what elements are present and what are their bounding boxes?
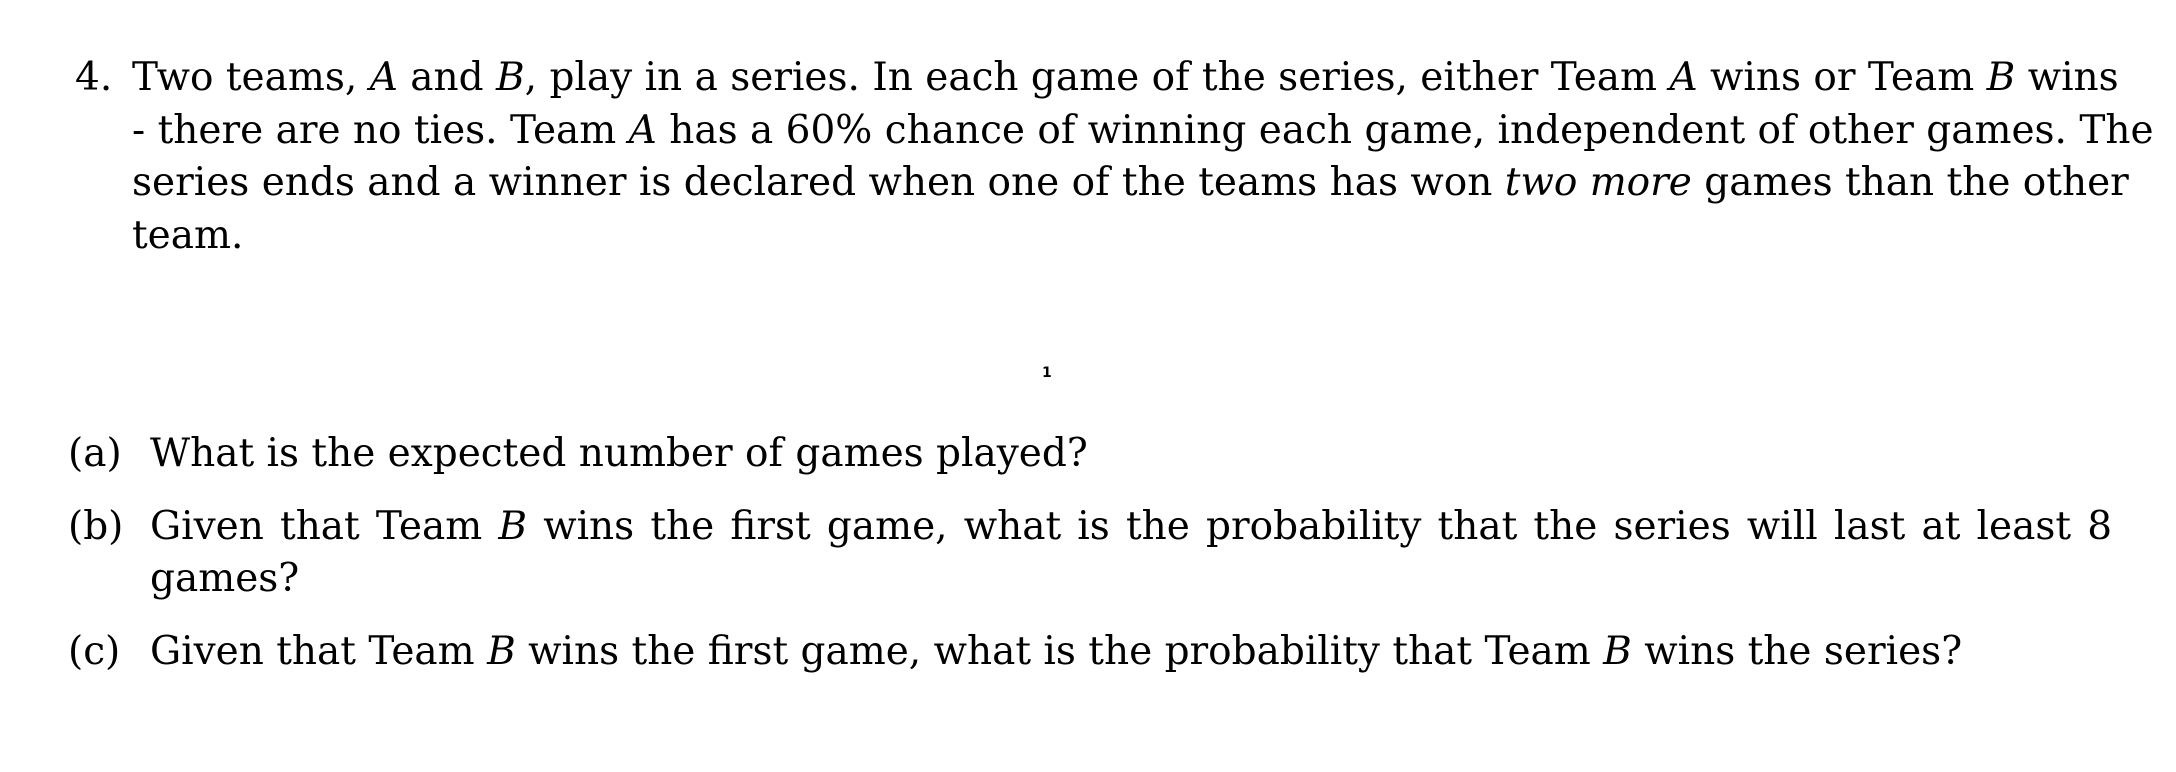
math-variable: B [487,628,516,674]
text-segment: wins the first game, what is the probabi… [527,503,2113,549]
text-segment: wins the series? [1631,628,1963,674]
text-segment: Given that Team [150,503,499,549]
page-number: 1 [1042,365,1052,381]
math-variable: A [628,107,657,153]
text-segment: team. [132,212,244,258]
math-variable: B [1986,55,2016,100]
stem-line: Two teams, A and B, play in a series. In… [132,52,2119,105]
math-variable: B [1603,628,1632,674]
text-segment: wins the first game, what is the probabi… [515,628,1604,674]
part-c: (c) Given that Team B wins the first gam… [68,626,2068,679]
text-segment: and [397,55,496,100]
text-segment: , play in a series. In each game of the … [524,55,1670,100]
part-line: games? [150,553,2068,606]
problem-stem: Two teams, A and B, play in a series. In… [132,52,2154,263]
math-variable: A [1669,55,1698,100]
text-segment: games than the other [1691,160,2129,205]
math-variable: B [498,503,528,549]
problem-parts: (a) What is the expected number of games… [68,428,2112,679]
text-segment: - there are no ties. Team [132,107,629,153]
part-line: Given that Team B wins the first game, w… [150,501,2112,554]
math-variable: A [369,55,398,100]
text-segment: Given that Team [150,628,488,674]
emphasis-text: two more [1504,160,1692,205]
part-line: Given that Team B wins the first game, w… [150,626,2068,679]
text-segment: games? [150,556,300,601]
math-variable: B [496,55,525,100]
text-segment: wins [2015,55,2119,100]
part-text: Given that Team B wins the first game, w… [150,501,2112,606]
part-b: (b) Given that Team B wins the first gam… [68,501,2112,606]
part-text: Given that Team B wins the first game, w… [150,626,2068,679]
text-segment: has a 60% chance of winning each game, i… [656,107,2154,153]
text-segment: What is the expected number of games pla… [150,431,1088,476]
part-line: What is the expected number of games pla… [150,428,2068,481]
text-segment: Two teams, [132,55,370,100]
text-segment: series ends and a winner is declared whe… [132,160,1505,205]
part-a: (a) What is the expected number of games… [68,428,2068,481]
stem-line: team. [132,210,2097,263]
part-label: (b) [68,503,124,549]
text-segment: wins or Team [1697,55,1987,100]
part-label: (c) [68,628,121,674]
stem-line: - there are no ties. Team A has a 60% ch… [132,105,2154,158]
problem-number: 4. [75,55,113,100]
stem-line: series ends and a winner is declared whe… [132,157,2129,210]
part-label: (a) [68,431,122,476]
part-text: What is the expected number of games pla… [150,428,2068,481]
